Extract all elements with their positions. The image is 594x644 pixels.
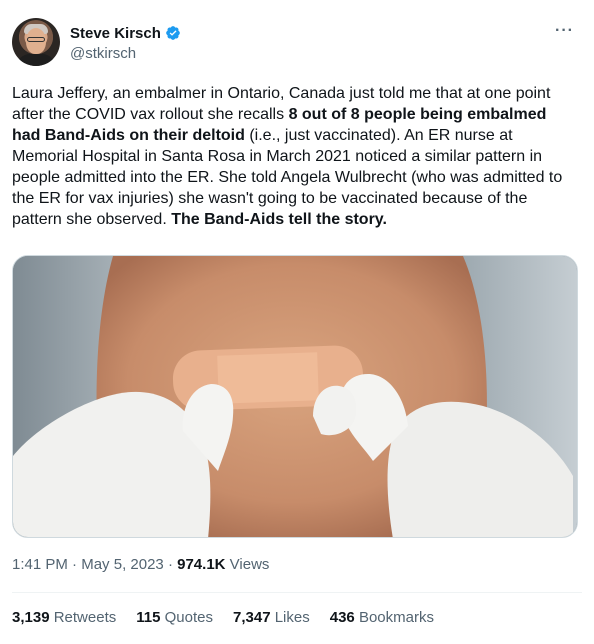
- likes-count: 7,347: [233, 609, 271, 626]
- meta-separator: ·: [72, 556, 78, 573]
- likes-stat[interactable]: 7,347 Likes: [233, 609, 310, 626]
- tweet-time[interactable]: 1:41 PM: [12, 556, 68, 573]
- bookmarks-label: Bookmarks: [358, 609, 434, 626]
- more-options-icon[interactable]: ···: [555, 22, 574, 40]
- quotes-label: Quotes: [164, 609, 213, 626]
- author-display-name-row[interactable]: Steve Kirsch: [70, 23, 181, 43]
- views-label: Views: [229, 556, 270, 573]
- tweet-photo[interactable]: [12, 255, 578, 538]
- quotes-stat[interactable]: 115 Quotes: [136, 609, 213, 626]
- photo-image: [13, 256, 577, 537]
- author-names: Steve Kirsch @stkirsch: [70, 23, 181, 62]
- views-count[interactable]: 974.1K: [177, 556, 225, 573]
- tweet-date[interactable]: May 5, 2023: [81, 556, 164, 573]
- avatar-glasses: [27, 37, 45, 42]
- author-display-name[interactable]: Steve Kirsch: [70, 25, 161, 42]
- retweets-count: 3,139: [12, 609, 50, 626]
- retweets-stat[interactable]: 3,139 Retweets: [12, 609, 116, 626]
- likes-label: Likes: [274, 609, 310, 626]
- tweet-header: Steve Kirsch @stkirsch ···: [12, 16, 582, 70]
- tweet-meta: 1:41 PM · May 5, 2023 · 974.1K Views: [12, 556, 269, 573]
- tweet-text-bold-2: The Band-Aids tell the story.: [171, 211, 387, 228]
- retweets-label: Retweets: [53, 609, 117, 626]
- author-handle[interactable]: @stkirsch: [70, 45, 181, 62]
- tweet-stats: 3,139 Retweets 115 Quotes 7,347 Likes 43…: [12, 609, 434, 626]
- bookmarks-stat[interactable]: 436 Bookmarks: [330, 609, 434, 626]
- divider: [12, 592, 582, 593]
- bookmarks-count: 436: [329, 609, 355, 626]
- verified-badge-icon[interactable]: [165, 25, 181, 41]
- meta-separator: ·: [167, 556, 173, 573]
- avatar[interactable]: [12, 18, 60, 66]
- tweet-text: Laura Jeffery, an embalmer in Ontario, C…: [12, 83, 574, 230]
- quotes-count: 115: [136, 609, 161, 626]
- avatar-shirt: [16, 54, 56, 66]
